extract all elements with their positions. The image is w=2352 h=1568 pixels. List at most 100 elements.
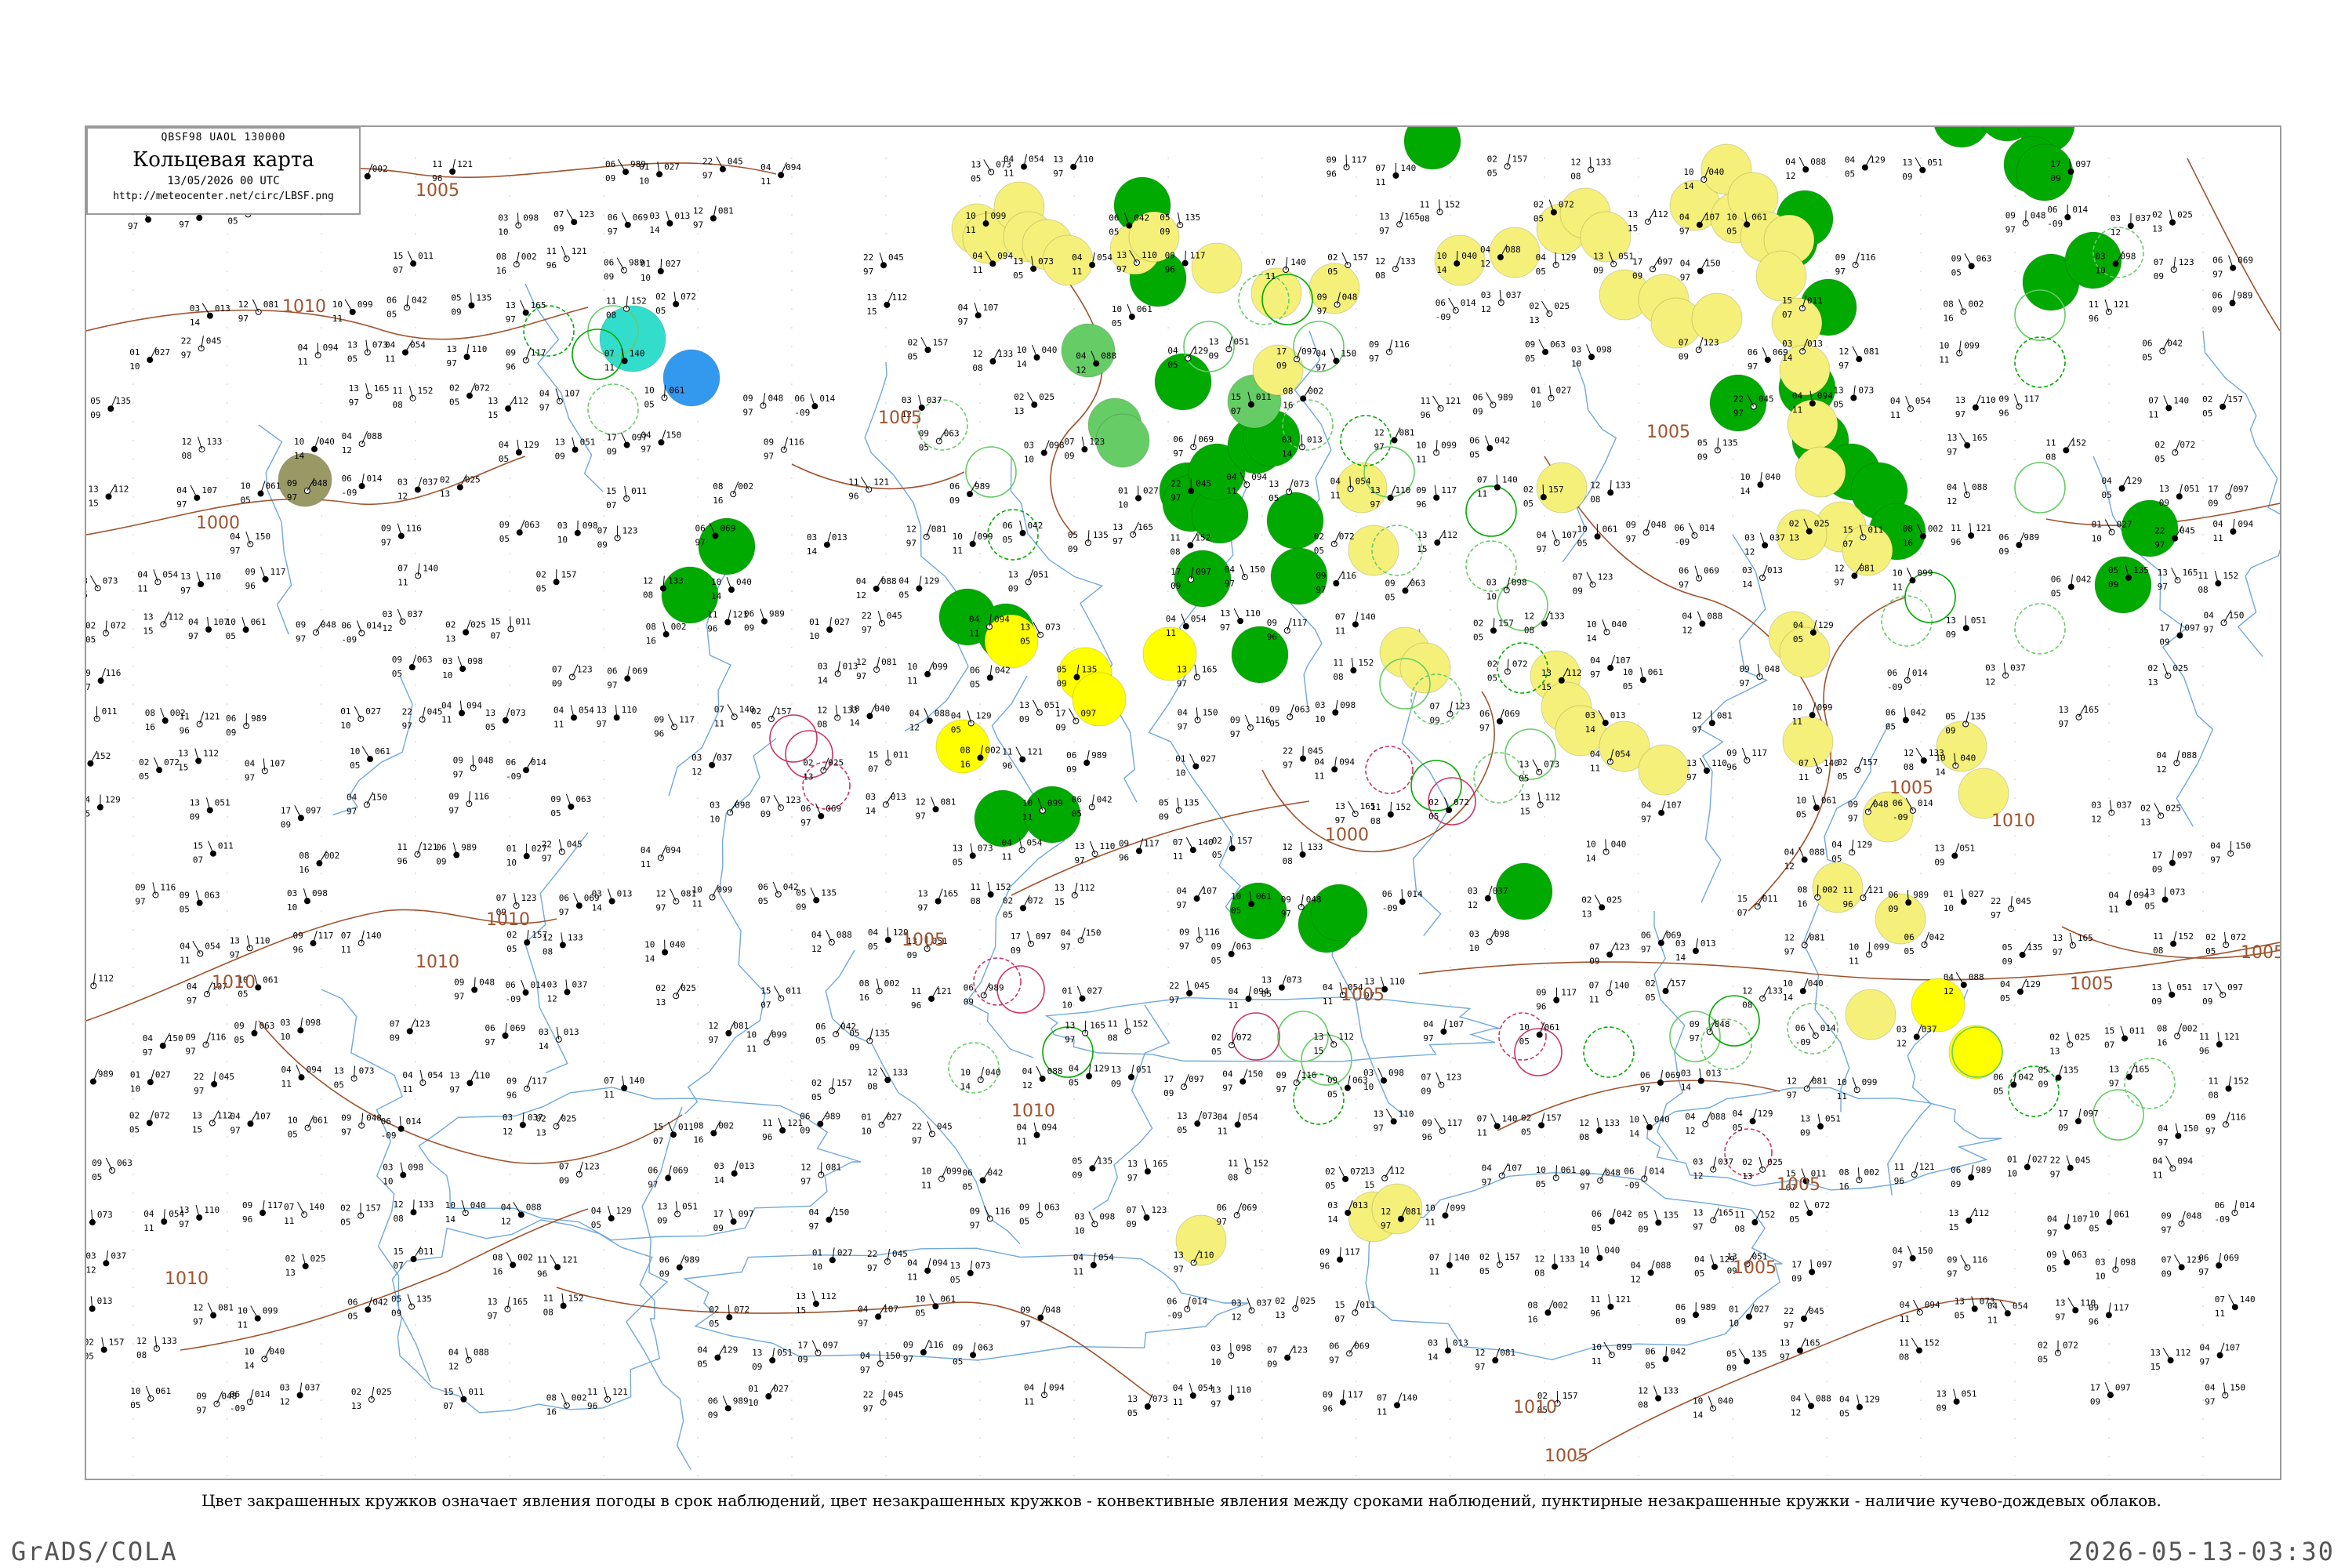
- grid-dot: [415, 1004, 416, 1006]
- grid-dot: [791, 1211, 793, 1213]
- station-value: 094: [323, 343, 339, 353]
- station-value: 05: [1020, 637, 1030, 647]
- station-value: 011: [2129, 1026, 2145, 1036]
- station-value: 11: [137, 583, 147, 593]
- station-value: 061: [375, 746, 390, 757]
- station-value: 11: [1792, 405, 1802, 416]
- station-value: 05: [506, 944, 517, 954]
- station-value: 133: [892, 1068, 908, 1078]
- station-value: 10: [639, 176, 649, 186]
- station-value: 073: [1544, 760, 1559, 770]
- grid-dot: [603, 1268, 604, 1269]
- station-value: 042: [995, 665, 1011, 675]
- station-plot: 11 12196: [1421, 395, 1461, 420]
- station-value: 13: [2109, 1065, 2119, 1075]
- grid-dot: [791, 1004, 793, 1006]
- station-plot: 0906305: [919, 428, 960, 453]
- station-value: 042: [2018, 1073, 2034, 1083]
- grid-dot: [1544, 1192, 1545, 1194]
- grid-dot: [1356, 1192, 1357, 1194]
- station-value: 09: [1472, 406, 1483, 416]
- grid-dot: [885, 176, 887, 178]
- grid-dot: [697, 1381, 699, 1382]
- station-value: 14: [539, 1041, 550, 1051]
- station-value: 97: [1379, 226, 1389, 236]
- station-value: 10: [1175, 768, 1185, 778]
- grid-dot: [1826, 816, 1828, 818]
- wind-barb: [621, 432, 628, 445]
- station-dot: [1972, 404, 1979, 411]
- grid-dot: [603, 252, 604, 253]
- grid-dot: [415, 647, 416, 648]
- station-plot: 01 02710: [130, 1069, 171, 1094]
- grid-dot: [1450, 1381, 1451, 1382]
- station-value: 04: [1792, 391, 1803, 401]
- station-value: 10: [288, 1116, 298, 1126]
- wind-barb: [1032, 699, 1040, 713]
- station-value: 10: [960, 1067, 971, 1077]
- haze-circle: [1875, 893, 1926, 945]
- station-value: 11: [1166, 628, 1176, 638]
- station-plot: 02 07205: [1428, 797, 1469, 822]
- station-value: 06: [1479, 709, 1490, 719]
- station-value: 117: [1352, 154, 1367, 165]
- station-value: 22: [402, 707, 412, 717]
- station-dot: [197, 950, 204, 957]
- station-value: 110: [622, 705, 637, 715]
- station-value: 96: [1726, 762, 1737, 772]
- grid-dot: [1167, 440, 1169, 441]
- station-value: 133: [668, 575, 684, 586]
- grid-dot: [1167, 327, 1169, 328]
- grid-dot: [1826, 1061, 1828, 1062]
- station-value: 13: [2049, 1046, 2060, 1056]
- grid-dot: [1450, 929, 1451, 931]
- station-value: 14: [644, 954, 655, 964]
- station-dot: [935, 437, 942, 445]
- station-value: 048: [1764, 664, 1780, 674]
- station-plot: 1115208: [1333, 657, 1374, 682]
- station-plot: 17 09709: [1163, 1074, 1204, 1098]
- grid-dot: [227, 1324, 228, 1326]
- station-value: 12: [2091, 815, 2101, 825]
- grid-dot: [1073, 1287, 1075, 1288]
- grid-dot: [791, 1192, 793, 1194]
- rain-circle: [1933, 127, 1990, 148]
- station-value: 11: [385, 354, 395, 365]
- river-line: [625, 1106, 691, 1470]
- grid-dot: [321, 741, 322, 742]
- station-dot: [453, 851, 460, 858]
- grid-dot: [227, 440, 228, 441]
- station-value: 13: [440, 489, 450, 499]
- station-value: 09: [292, 931, 303, 941]
- grid-dot: [791, 1061, 793, 1062]
- station-value: 05: [334, 1080, 344, 1091]
- station-value: 11: [180, 712, 190, 722]
- grid-dot: [321, 572, 322, 573]
- grid-dot: [1167, 1268, 1169, 1269]
- station-value: 081: [718, 206, 734, 216]
- grid-dot: [1167, 1381, 1169, 1382]
- station-value: 11: [341, 945, 351, 955]
- station-plot: 0303712: [383, 608, 423, 633]
- station-value: 04: [868, 927, 879, 938]
- station-value: 025: [2172, 663, 2188, 673]
- grid-dot: [979, 477, 981, 479]
- grid-dot: [885, 1023, 887, 1025]
- convective-ring: [1473, 752, 1525, 804]
- station-value: 12: [1076, 365, 1086, 376]
- station-value: 03: [649, 211, 659, 221]
- station-value: 07: [868, 764, 878, 775]
- grid-dot: [1450, 214, 1451, 216]
- station-value: 05: [392, 669, 402, 679]
- station-value: 03: [1468, 886, 1478, 896]
- coastline: [683, 1247, 1249, 1361]
- station-value: 04: [2108, 890, 2119, 900]
- grid-dot: [885, 383, 887, 385]
- grid-dot: [603, 1399, 604, 1401]
- station-plot: 10 04014: [849, 703, 890, 728]
- station-value: 025: [828, 758, 844, 768]
- station-value: 072: [2180, 440, 2195, 450]
- grid-dot: [979, 722, 981, 724]
- grid-dot: [1544, 967, 1545, 968]
- station-value: 03: [442, 656, 452, 666]
